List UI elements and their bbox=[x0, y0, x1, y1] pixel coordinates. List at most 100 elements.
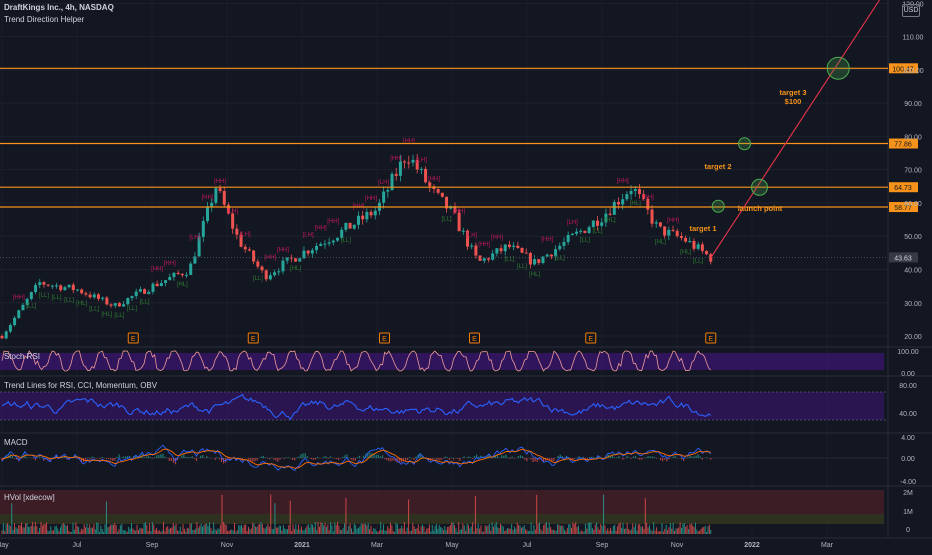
volume-bar bbox=[149, 523, 150, 534]
volume-bar bbox=[272, 529, 273, 534]
macd-hist-bar bbox=[681, 458, 682, 459]
macd-hist-bar bbox=[637, 458, 638, 459]
volume-bar bbox=[432, 525, 433, 534]
macd-hist-bar bbox=[438, 458, 439, 460]
volume-bar bbox=[710, 530, 711, 534]
volume-bar bbox=[592, 528, 593, 534]
candle-body bbox=[600, 222, 603, 225]
chart-svg[interactable]: [HH][LL][LL][LL][LL][HL][LL][HL][LL][LL]… bbox=[0, 0, 932, 550]
candle-body bbox=[424, 169, 427, 182]
macd-hist-bar bbox=[275, 458, 276, 461]
swing-label: [HL] bbox=[655, 240, 666, 246]
subpanel-tick-label: 80.00 bbox=[899, 383, 917, 390]
time-tick-label: 2021 bbox=[294, 542, 310, 549]
macd-hist-bar bbox=[532, 458, 533, 462]
volume-bar bbox=[457, 532, 458, 534]
volume-bar bbox=[528, 531, 529, 534]
macd-hist-bar bbox=[696, 455, 697, 458]
volume-bar bbox=[74, 530, 75, 534]
hvol-high-band bbox=[0, 490, 884, 514]
volume-bar bbox=[513, 530, 514, 534]
volume-bar bbox=[522, 527, 523, 534]
volume-bar bbox=[341, 530, 342, 534]
chart-area[interactable]: [HH][LL][LL][LL][LL][HL][LL][HL][LL][LL]… bbox=[0, 0, 932, 550]
target-label-3: $100 bbox=[785, 97, 802, 106]
volume-bar bbox=[132, 528, 133, 534]
volume-bar bbox=[692, 525, 693, 534]
stoch-rsi-label: Stoch RSI bbox=[4, 352, 40, 361]
volume-bar bbox=[678, 527, 679, 534]
macd-hist-bar bbox=[125, 456, 126, 458]
volume-bar bbox=[277, 528, 278, 534]
subpanel-tick-label: 100.00 bbox=[897, 349, 919, 356]
macd-hist-bar bbox=[664, 458, 665, 460]
macd-hist-bar bbox=[171, 458, 172, 461]
volume-bar bbox=[73, 523, 74, 534]
candle-body bbox=[269, 275, 272, 279]
candle-body bbox=[395, 174, 398, 176]
macd-hist-bar bbox=[415, 456, 416, 458]
volume-bar bbox=[187, 528, 188, 534]
swing-label: [HL] bbox=[290, 266, 301, 272]
volume-bar bbox=[135, 531, 136, 534]
volume-bar bbox=[632, 524, 633, 534]
volume-bar bbox=[248, 527, 249, 534]
macd-hist-bar bbox=[123, 457, 124, 458]
candle-body bbox=[143, 289, 146, 294]
volume-bar bbox=[567, 528, 568, 534]
volume-bar bbox=[442, 528, 443, 534]
volume-bar bbox=[418, 524, 419, 534]
volume-bar bbox=[166, 527, 167, 534]
macd-hist-bar bbox=[443, 458, 444, 459]
macd-hist-bar bbox=[524, 458, 525, 460]
macd-hist-bar bbox=[589, 457, 590, 458]
volume-bar bbox=[249, 529, 250, 534]
macd-hist-bar bbox=[277, 458, 278, 462]
candle-body bbox=[399, 162, 402, 176]
currency-badge[interactable]: USD bbox=[902, 4, 920, 17]
volume-bar bbox=[361, 524, 362, 534]
candle-body bbox=[688, 241, 691, 242]
macd-hist-bar bbox=[593, 457, 594, 458]
volume-bar bbox=[252, 523, 253, 534]
candle-body bbox=[1, 336, 4, 338]
volume-bar bbox=[192, 530, 193, 534]
candle-body bbox=[135, 292, 138, 296]
macd-hist-bar bbox=[169, 458, 170, 461]
macd-hist-bar bbox=[390, 458, 391, 461]
trendlines-label: Trend Lines for RSI, CCI, Momentum, OBV bbox=[4, 381, 157, 390]
volume-bar bbox=[102, 529, 103, 534]
volume-bar bbox=[639, 524, 640, 534]
volume-bar bbox=[450, 525, 451, 534]
candle-body bbox=[332, 241, 335, 243]
macd-hist-bar bbox=[353, 458, 354, 461]
volume-bar bbox=[241, 525, 242, 534]
macd-hist-bar bbox=[378, 455, 379, 458]
macd-hist-bar bbox=[110, 458, 111, 460]
candle-body bbox=[219, 188, 222, 191]
volume-bar bbox=[500, 524, 501, 534]
candle-body bbox=[353, 225, 356, 229]
volume-bar bbox=[648, 527, 649, 534]
volume-bar bbox=[507, 528, 508, 534]
swing-label: [HH] bbox=[491, 235, 503, 241]
candle-body bbox=[672, 230, 675, 231]
candle-body bbox=[370, 212, 373, 215]
volume-bar bbox=[650, 530, 651, 534]
candle-body bbox=[663, 226, 666, 235]
macd-hist-bar bbox=[200, 456, 201, 458]
macd-hist-bar bbox=[100, 458, 101, 459]
candle-body bbox=[411, 160, 414, 163]
volume-bar bbox=[546, 522, 547, 534]
candle-body bbox=[420, 169, 423, 170]
volume-bar bbox=[673, 523, 674, 534]
volume-bar bbox=[319, 527, 320, 534]
macd-hist-bar bbox=[298, 457, 299, 458]
volume-bar bbox=[100, 526, 101, 534]
volume-bar bbox=[238, 525, 239, 534]
volume-bar bbox=[602, 526, 603, 534]
macd-hist-bar bbox=[518, 456, 519, 458]
candle-body bbox=[177, 273, 180, 274]
volume-bar bbox=[312, 525, 313, 534]
candle-body bbox=[386, 190, 389, 191]
